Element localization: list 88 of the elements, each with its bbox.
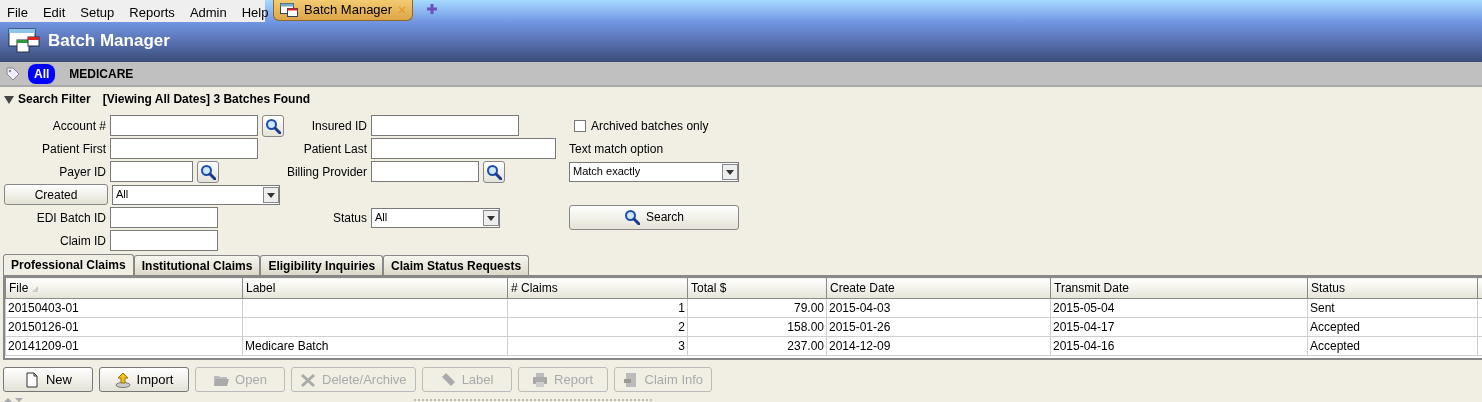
table-cell: 20141209-01 (5, 336, 243, 356)
input-field[interactable] (371, 161, 479, 182)
field-label: Status (331, 209, 367, 227)
table-cell: Accepted (1307, 336, 1478, 356)
table-cell: 79.00 (687, 298, 827, 318)
tab[interactable]: Eligibility Inquiries (260, 255, 384, 275)
menu-item[interactable]: File (0, 0, 36, 22)
search-icon (624, 209, 640, 225)
field-label: EDI Batch ID (35, 209, 106, 227)
checkbox[interactable] (574, 119, 586, 132)
search-icon (265, 117, 281, 134)
document-icon (622, 371, 639, 388)
table-cell: 3 (507, 336, 688, 356)
input-field[interactable] (110, 161, 193, 182)
column-header[interactable]: Total $ (687, 277, 827, 299)
field-label: Billing Provider (285, 163, 367, 181)
input-field[interactable] (110, 207, 218, 228)
result-summary: [Viewing All Dates] 3 Batches Found (102, 91, 311, 108)
tag-filter[interactable]: All (28, 63, 56, 84)
tag-filter[interactable]: MEDICARE (63, 63, 140, 84)
table-cell: 20150403-01 (5, 298, 243, 318)
lookup-button[interactable] (197, 160, 219, 183)
close-icon (300, 371, 316, 388)
tab[interactable]: Claim Status Requests (383, 255, 530, 275)
column-header[interactable]: Create Date (826, 277, 1051, 299)
column-header[interactable]: # Claims (507, 277, 688, 299)
action-button[interactable]: Import (99, 367, 189, 392)
tag-icon (6, 66, 20, 81)
dropdown[interactable]: Match exactly (569, 161, 739, 182)
input-field[interactable] (371, 115, 519, 136)
collapse-icon[interactable] (4, 94, 14, 104)
column-header[interactable]: File (5, 277, 243, 299)
upload-icon (114, 371, 131, 388)
close-icon (398, 6, 407, 14)
window-icon (280, 3, 298, 17)
table-cell: 2015-04-16 (1050, 336, 1308, 356)
search-button[interactable]: Search (569, 204, 739, 230)
table-cell: 237.00 (687, 336, 827, 356)
column-header[interactable]: Status (1307, 277, 1478, 299)
menu-item[interactable]: Setup (73, 0, 123, 22)
input-field[interactable] (110, 230, 218, 251)
table-cell: 2015-05-04 (1050, 298, 1308, 318)
table-cell: 158.00 (687, 317, 827, 337)
input-field[interactable] (110, 115, 258, 136)
field-label: Patient First (40, 140, 106, 158)
table-cell: 2015-04-03 (826, 298, 1051, 318)
field-label: Insured ID (310, 117, 367, 135)
column-header[interactable]: Transmit Date (1050, 277, 1308, 299)
table-cell: 2014-12-09 (826, 336, 1051, 356)
menu-item[interactable]: Reports (122, 0, 183, 22)
menu-item[interactable]: Admin (182, 0, 235, 22)
table-cell: Sent (1307, 298, 1478, 318)
windows-icon (8, 28, 40, 54)
date-type-button[interactable]: Created (4, 184, 108, 205)
table-cell: 2015-01-26 (826, 317, 1051, 337)
field-label: Patient Last (302, 140, 367, 158)
lookup-button[interactable] (483, 160, 505, 183)
page-title: Batch Manager (48, 30, 170, 53)
document-icon (24, 371, 40, 388)
table-cell: Medicare Batch (242, 336, 508, 356)
table-cell: 20150126-01 (5, 317, 243, 337)
table-cell: Accepted (1307, 317, 1478, 337)
menu-item[interactable]: Edit (35, 0, 74, 22)
lookup-button[interactable] (262, 114, 284, 137)
field-label: Account # (51, 117, 106, 135)
column-header[interactable]: Label (242, 277, 508, 299)
search-icon (200, 163, 216, 180)
search-icon (486, 163, 502, 180)
tab-label: Batch Manager (304, 1, 393, 20)
input-field[interactable] (110, 138, 258, 159)
input-field[interactable] (371, 138, 556, 159)
plus-icon (427, 4, 438, 14)
app-tab[interactable]: Batch Manager (273, 0, 414, 21)
section-title: Search Filter (18, 91, 91, 108)
dropdown[interactable]: All (112, 184, 280, 205)
table-cell: 1 (507, 298, 688, 318)
tab[interactable]: Professional Claims (3, 254, 134, 275)
dropdown[interactable]: All (371, 207, 500, 228)
split-arrows-icon (4, 397, 24, 402)
field-label: Claim ID (59, 232, 106, 250)
tab[interactable]: Institutional Claims (133, 255, 261, 275)
printer-icon (532, 371, 549, 388)
table-cell: 2015-04-17 (1050, 317, 1308, 337)
field-label: Payer ID (58, 163, 106, 181)
action-button[interactable]: New (3, 367, 93, 392)
table-cell: 2 (507, 317, 688, 337)
field-label: Text match option (569, 140, 664, 158)
checkbox-label: Archived batches only (591, 117, 709, 135)
